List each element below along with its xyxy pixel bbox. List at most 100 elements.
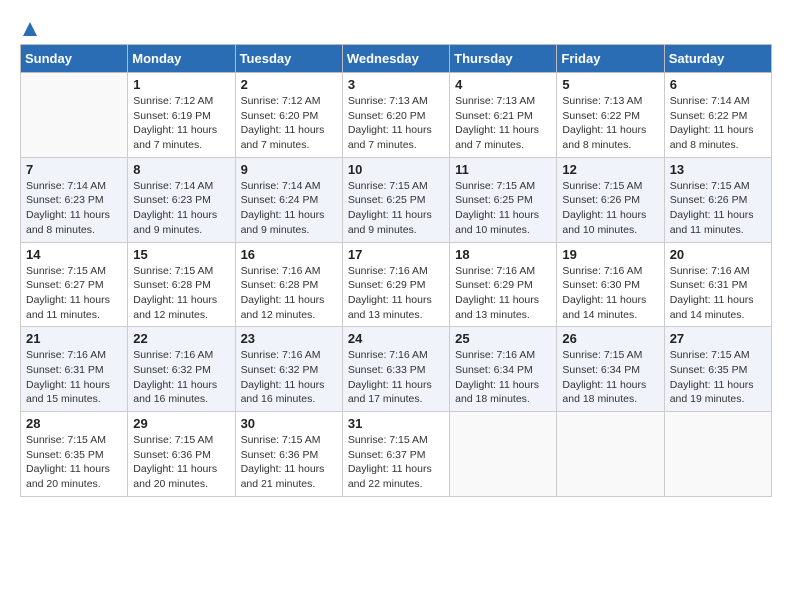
calendar-cell: 24 Sunrise: 7:16 AMSunset: 6:33 PMDayligh… [342, 327, 449, 412]
day-info: Sunrise: 7:14 AMSunset: 6:22 PMDaylight:… [670, 94, 766, 153]
calendar-week-3: 14 Sunrise: 7:15 AMSunset: 6:27 PMDayligh… [21, 242, 772, 327]
calendar-cell [664, 412, 771, 497]
header-saturday: Saturday [664, 45, 771, 73]
day-info: Sunrise: 7:15 AMSunset: 6:35 PMDaylight:… [670, 348, 766, 407]
logo [20, 20, 40, 34]
day-number: 11 [455, 162, 551, 177]
calendar-cell: 8 Sunrise: 7:14 AMSunset: 6:23 PMDaylight… [128, 157, 235, 242]
day-info: Sunrise: 7:12 AMSunset: 6:20 PMDaylight:… [241, 94, 337, 153]
calendar-cell: 5 Sunrise: 7:13 AMSunset: 6:22 PMDaylight… [557, 73, 664, 158]
day-number: 18 [455, 247, 551, 262]
calendar-cell: 9 Sunrise: 7:14 AMSunset: 6:24 PMDaylight… [235, 157, 342, 242]
calendar-cell: 13 Sunrise: 7:15 AMSunset: 6:26 PMDayligh… [664, 157, 771, 242]
day-number: 21 [26, 331, 122, 346]
day-info: Sunrise: 7:16 AMSunset: 6:28 PMDaylight:… [241, 264, 337, 323]
day-number: 13 [670, 162, 766, 177]
day-info: Sunrise: 7:16 AMSunset: 6:32 PMDaylight:… [133, 348, 229, 407]
day-info: Sunrise: 7:14 AMSunset: 6:23 PMDaylight:… [26, 179, 122, 238]
calendar-cell: 10Sunrise: 7:15 AMSunset: 6:25 PMDayligh… [342, 157, 449, 242]
day-number: 5 [562, 77, 658, 92]
day-number: 8 [133, 162, 229, 177]
day-number: 16 [241, 247, 337, 262]
day-info: Sunrise: 7:14 AMSunset: 6:24 PMDaylight:… [241, 179, 337, 238]
day-info: Sunrise: 7:15 AMSunset: 6:37 PMDaylight:… [348, 433, 444, 492]
calendar-cell [450, 412, 557, 497]
day-info: Sunrise: 7:13 AMSunset: 6:20 PMDaylight:… [348, 94, 444, 153]
day-info: Sunrise: 7:16 AMSunset: 6:33 PMDaylight:… [348, 348, 444, 407]
day-info: Sunrise: 7:15 AMSunset: 6:27 PMDaylight:… [26, 264, 122, 323]
day-number: 31 [348, 416, 444, 431]
page-header [20, 20, 772, 34]
day-number: 30 [241, 416, 337, 431]
day-number: 28 [26, 416, 122, 431]
day-number: 15 [133, 247, 229, 262]
day-info: Sunrise: 7:15 AMSunset: 6:35 PMDaylight:… [26, 433, 122, 492]
day-number: 25 [455, 331, 551, 346]
day-number: 17 [348, 247, 444, 262]
calendar-cell: 30Sunrise: 7:15 AMSunset: 6:36 PMDayligh… [235, 412, 342, 497]
header-thursday: Thursday [450, 45, 557, 73]
day-info: Sunrise: 7:14 AMSunset: 6:23 PMDaylight:… [133, 179, 229, 238]
calendar-cell: 27 Sunrise: 7:15 AMSunset: 6:35 PMDayligh… [664, 327, 771, 412]
day-number: 1 [133, 77, 229, 92]
calendar-cell: 17 Sunrise: 7:16 AMSunset: 6:29 PMDayligh… [342, 242, 449, 327]
day-number: 2 [241, 77, 337, 92]
calendar-table: SundayMondayTuesdayWednesdayThursdayFrid… [20, 44, 772, 497]
calendar-cell: 26 Sunrise: 7:15 AMSunset: 6:34 PMDayligh… [557, 327, 664, 412]
day-number: 20 [670, 247, 766, 262]
day-number: 9 [241, 162, 337, 177]
day-info: Sunrise: 7:16 AMSunset: 6:31 PMDaylight:… [26, 348, 122, 407]
header-wednesday: Wednesday [342, 45, 449, 73]
day-info: Sunrise: 7:16 AMSunset: 6:29 PMDaylight:… [348, 264, 444, 323]
calendar-week-1: 1 Sunrise: 7:12 AMSunset: 6:19 PMDaylight… [21, 73, 772, 158]
day-info: Sunrise: 7:16 AMSunset: 6:29 PMDaylight:… [455, 264, 551, 323]
day-number: 27 [670, 331, 766, 346]
day-info: Sunrise: 7:15 AMSunset: 6:34 PMDaylight:… [562, 348, 658, 407]
calendar-cell: 20 Sunrise: 7:16 AMSunset: 6:31 PMDayligh… [664, 242, 771, 327]
day-number: 22 [133, 331, 229, 346]
day-info: Sunrise: 7:16 AMSunset: 6:34 PMDaylight:… [455, 348, 551, 407]
day-info: Sunrise: 7:15 AMSunset: 6:26 PMDaylight:… [670, 179, 766, 238]
day-number: 23 [241, 331, 337, 346]
calendar-cell: 31 Sunrise: 7:15 AMSunset: 6:37 PMDayligh… [342, 412, 449, 497]
day-number: 7 [26, 162, 122, 177]
calendar-cell: 2 Sunrise: 7:12 AMSunset: 6:20 PMDaylight… [235, 73, 342, 158]
day-number: 10 [348, 162, 444, 177]
header-sunday: Sunday [21, 45, 128, 73]
day-info: Sunrise: 7:16 AMSunset: 6:30 PMDaylight:… [562, 264, 658, 323]
calendar-cell: 29 Sunrise: 7:15 AMSunset: 6:36 PMDayligh… [128, 412, 235, 497]
calendar-cell [557, 412, 664, 497]
calendar-week-5: 28 Sunrise: 7:15 AMSunset: 6:35 PMDayligh… [21, 412, 772, 497]
calendar-week-4: 21 Sunrise: 7:16 AMSunset: 6:31 PMDayligh… [21, 327, 772, 412]
day-number: 29 [133, 416, 229, 431]
calendar-cell: 18 Sunrise: 7:16 AMSunset: 6:29 PMDayligh… [450, 242, 557, 327]
header-friday: Friday [557, 45, 664, 73]
calendar-cell: 23 Sunrise: 7:16 AMSunset: 6:32 PMDayligh… [235, 327, 342, 412]
calendar-cell: 21 Sunrise: 7:16 AMSunset: 6:31 PMDayligh… [21, 327, 128, 412]
day-info: Sunrise: 7:16 AMSunset: 6:32 PMDaylight:… [241, 348, 337, 407]
calendar-cell: 16 Sunrise: 7:16 AMSunset: 6:28 PMDayligh… [235, 242, 342, 327]
header-monday: Monday [128, 45, 235, 73]
calendar-cell: 4 Sunrise: 7:13 AMSunset: 6:21 PMDaylight… [450, 73, 557, 158]
day-number: 24 [348, 331, 444, 346]
calendar-cell: 28 Sunrise: 7:15 AMSunset: 6:35 PMDayligh… [21, 412, 128, 497]
calendar-cell [21, 73, 128, 158]
day-info: Sunrise: 7:12 AMSunset: 6:19 PMDaylight:… [133, 94, 229, 153]
day-info: Sunrise: 7:15 AMSunset: 6:25 PMDaylight:… [455, 179, 551, 238]
day-info: Sunrise: 7:13 AMSunset: 6:21 PMDaylight:… [455, 94, 551, 153]
calendar-week-2: 7 Sunrise: 7:14 AMSunset: 6:23 PMDaylight… [21, 157, 772, 242]
calendar-cell: 19Sunrise: 7:16 AMSunset: 6:30 PMDayligh… [557, 242, 664, 327]
calendar-cell: 15Sunrise: 7:15 AMSunset: 6:28 PMDayligh… [128, 242, 235, 327]
calendar-cell: 22 Sunrise: 7:16 AMSunset: 6:32 PMDayligh… [128, 327, 235, 412]
day-number: 14 [26, 247, 122, 262]
day-info: Sunrise: 7:16 AMSunset: 6:31 PMDaylight:… [670, 264, 766, 323]
day-number: 26 [562, 331, 658, 346]
day-number: 6 [670, 77, 766, 92]
header-tuesday: Tuesday [235, 45, 342, 73]
day-info: Sunrise: 7:13 AMSunset: 6:22 PMDaylight:… [562, 94, 658, 153]
calendar-cell: 3Sunrise: 7:13 AMSunset: 6:20 PMDaylight… [342, 73, 449, 158]
day-number: 4 [455, 77, 551, 92]
calendar-cell: 14 Sunrise: 7:15 AMSunset: 6:27 PMDayligh… [21, 242, 128, 327]
calendar-header-row: SundayMondayTuesdayWednesdayThursdayFrid… [21, 45, 772, 73]
day-info: Sunrise: 7:15 AMSunset: 6:36 PMDaylight:… [133, 433, 229, 492]
